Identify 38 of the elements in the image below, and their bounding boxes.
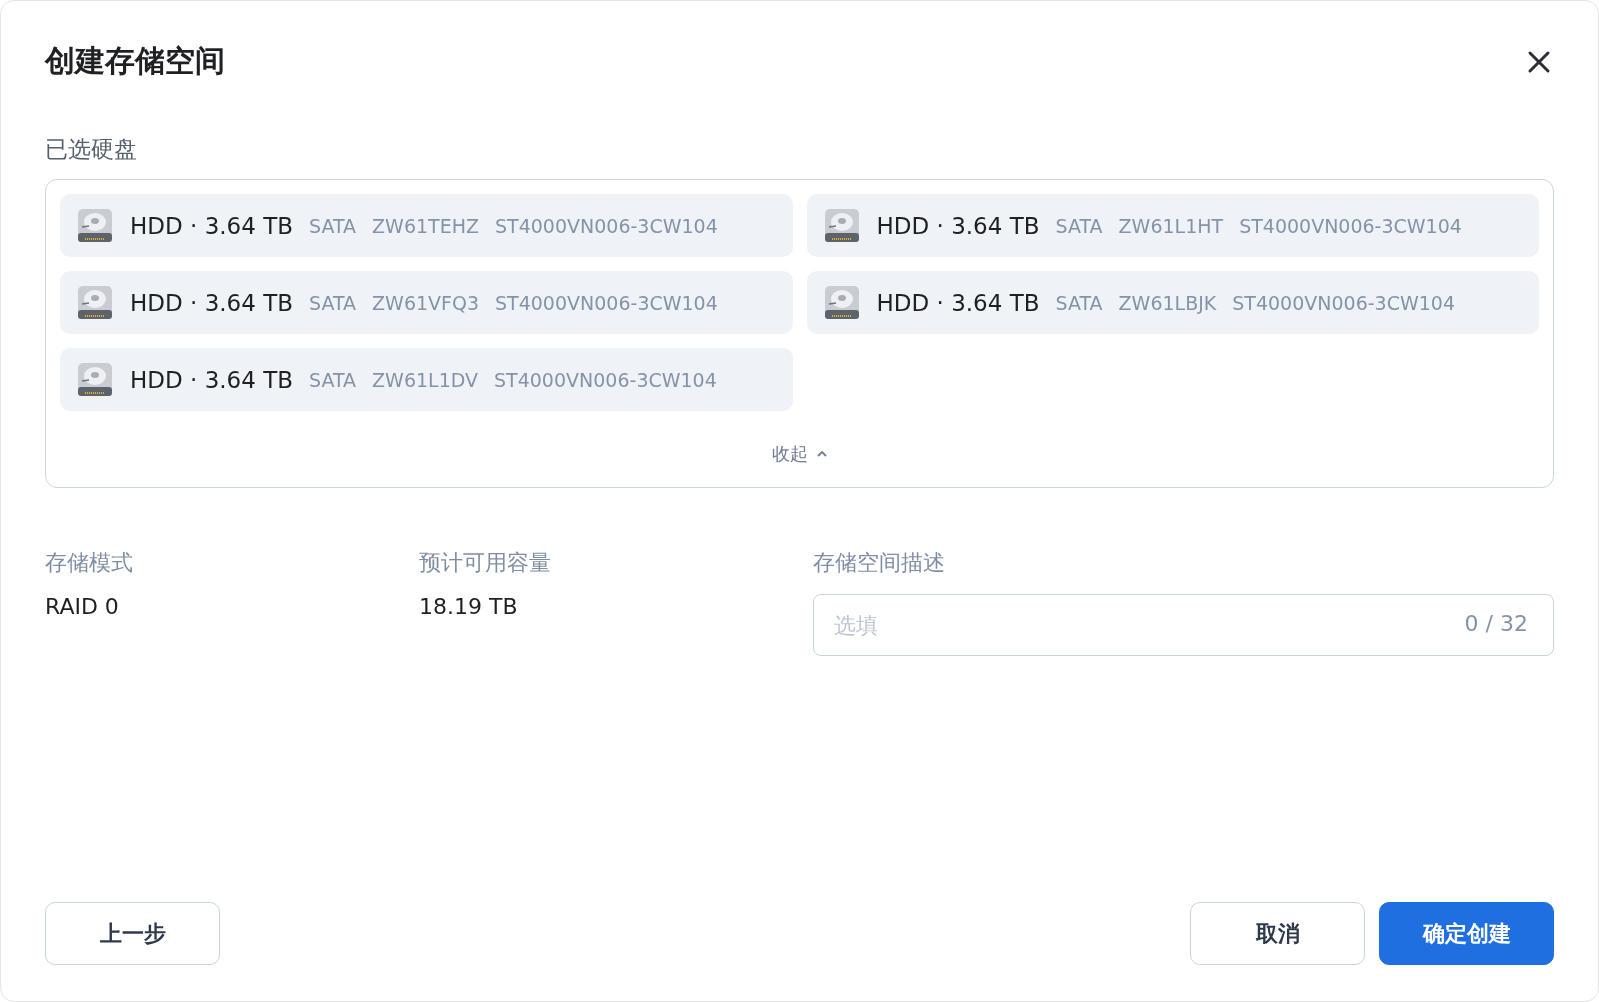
disk-interface: SATA (1055, 214, 1103, 237)
disk-interface: SATA (309, 214, 357, 237)
disk-model: ST4000VN006-3CW104 (495, 291, 718, 314)
hard-disk-icon (822, 283, 861, 322)
confirm-button[interactable]: 确定创建 (1379, 902, 1554, 965)
hard-disk-icon (76, 283, 114, 322)
hard-disk-icon (76, 360, 114, 399)
disk-serial: ZW61L1HT (1118, 214, 1224, 237)
disk-interface: SATA (1055, 291, 1103, 314)
disk-interface: SATA (309, 368, 357, 391)
field-value: 18.19 TB (419, 594, 519, 619)
field-value: RAID 0 (45, 594, 120, 619)
field-label: 预计可用容量 (419, 549, 552, 577)
hard-disk-icon (76, 206, 114, 245)
disk-summary: HDD · 3.64 TB (876, 212, 1040, 239)
disk-model: ST4000VN006-3CW104 (1239, 214, 1462, 237)
chevron-up-icon (815, 450, 828, 458)
field-label: 存储模式 (45, 549, 134, 577)
disk-summary: HDD · 3.64 TB (130, 366, 293, 393)
disk-summary: HDD · 3.64 TB (130, 212, 293, 239)
collapse-link[interactable]: 收起 (765, 441, 834, 467)
dialog-title: 创建存储空间 (45, 42, 225, 80)
disk-serial: ZW61L1DV (372, 368, 479, 391)
disk-model: ST4000VN006-3CW104 (1232, 291, 1455, 314)
field-label: 存储空间描述 (813, 549, 946, 577)
disk-serial: ZW61VFQ3 (372, 291, 480, 314)
disk-interface: SATA (309, 291, 357, 314)
disk-summary: HDD · 3.64 TB (876, 289, 1040, 316)
cancel-button[interactable]: 取消 (1190, 902, 1365, 965)
disk-serial: ZW61LBJK (1118, 291, 1217, 314)
disk-summary: HDD · 3.64 TB (130, 289, 293, 316)
hard-disk-icon (822, 206, 861, 245)
section-label: 已选硬盘 (45, 135, 138, 164)
disk-serial: ZW61TEHZ (372, 214, 479, 237)
disk-model: ST4000VN006-3CW104 (494, 368, 717, 391)
back-button[interactable]: 上一步 (45, 902, 220, 965)
disk-model: ST4000VN006-3CW104 (495, 214, 718, 237)
character-counter: 0 / 32 (1464, 611, 1528, 636)
